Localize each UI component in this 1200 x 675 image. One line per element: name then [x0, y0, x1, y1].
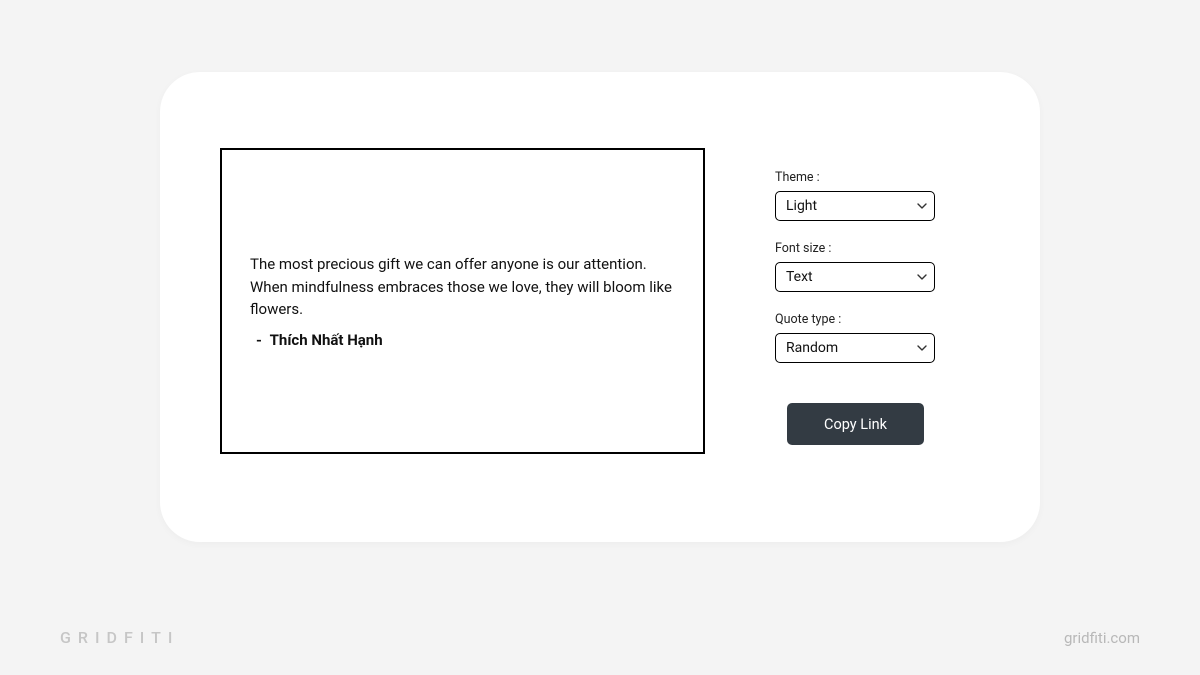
quote-type-select-wrapper: Random	[775, 333, 935, 363]
quote-type-label: Quote type :	[775, 312, 980, 327]
quote-preview-box: The most precious gift we can offer anyo…	[220, 148, 705, 454]
font-size-select-wrapper: Text	[775, 262, 935, 292]
quote-author: Thích Nhất Hạnh	[270, 331, 383, 349]
site-link-text: gridfiti.com	[1064, 629, 1140, 647]
font-size-label: Font size :	[775, 241, 980, 256]
quote-text: The most precious gift we can offer anyo…	[250, 253, 675, 321]
theme-select[interactable]: Light	[775, 191, 935, 221]
widget-card: The most precious gift we can offer anyo…	[160, 72, 1040, 542]
theme-label: Theme :	[775, 170, 980, 185]
copy-link-button[interactable]: Copy Link	[787, 403, 924, 445]
quote-attribution: - Thích Nhất Hạnh	[250, 331, 675, 349]
quote-type-control-group: Quote type : Random	[775, 312, 980, 363]
font-size-select[interactable]: Text	[775, 262, 935, 292]
theme-control-group: Theme : Light	[775, 170, 980, 221]
font-size-control-group: Font size : Text	[775, 241, 980, 292]
brand-logo-text: GRIDFITI	[60, 628, 179, 647]
controls-panel: Theme : Light Font size : Text	[775, 148, 980, 502]
action-row: Copy Link	[775, 403, 980, 445]
content-row: The most precious gift we can offer anyo…	[220, 148, 980, 502]
quote-type-select[interactable]: Random	[775, 333, 935, 363]
quote-dash: -	[256, 331, 266, 349]
theme-select-wrapper: Light	[775, 191, 935, 221]
